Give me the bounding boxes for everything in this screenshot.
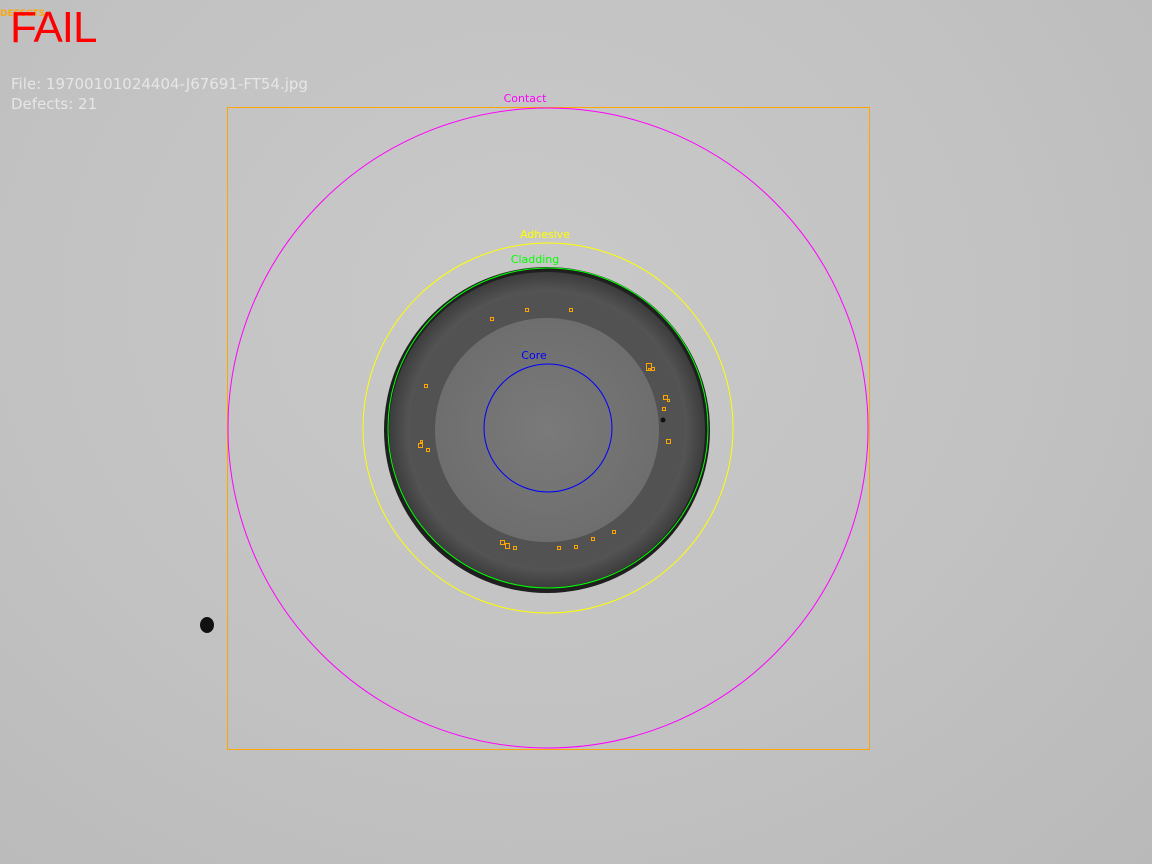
inspection-overlay: Contact Adhesive Cladding Core [200, 92, 870, 750]
inner-region [435, 318, 659, 542]
core-zone-label: Core [521, 349, 547, 362]
debris-dot [660, 417, 666, 423]
status-result: FAIL [10, 3, 97, 52]
adhesive-zone-label: Adhesive [520, 228, 570, 241]
defect-count-label: Defects: 21 [11, 95, 98, 113]
inspection-image-viewer: Contact Adhesive Cladding Core DEFECTS F… [0, 0, 1152, 864]
contact-zone-label: Contact [504, 92, 547, 105]
debris-spot [200, 617, 214, 633]
cladding-zone-label: Cladding [511, 253, 559, 266]
fiber-endface-image [200, 267, 710, 633]
file-name-label: File: 19700101024404-J67691-FT54.jpg [11, 75, 308, 93]
